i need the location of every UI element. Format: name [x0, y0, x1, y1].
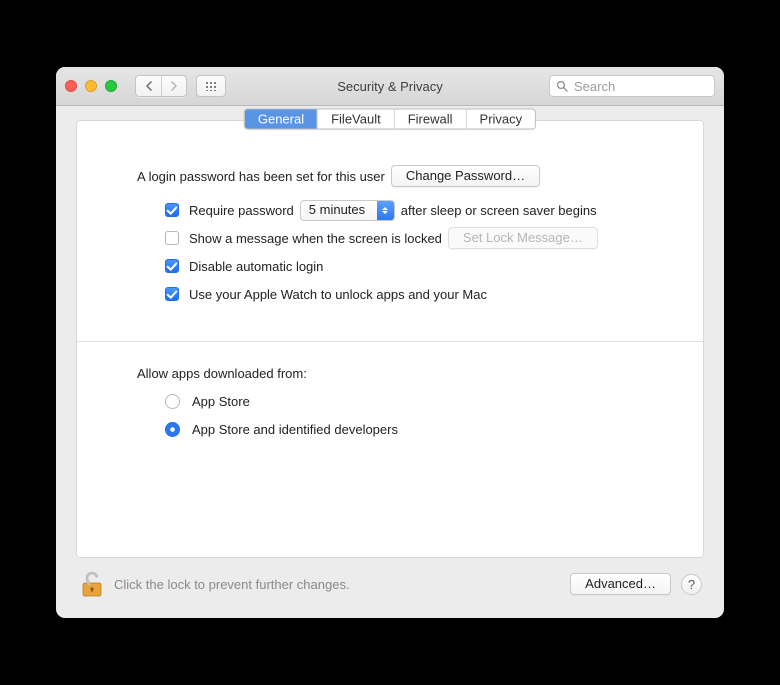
- login-password-section: A login password has been set for this u…: [99, 165, 681, 305]
- minimize-icon[interactable]: [85, 80, 97, 92]
- lock-button[interactable]: [78, 570, 106, 598]
- show-all-button[interactable]: [196, 75, 226, 97]
- after-sleep-label: after sleep or screen saver begins: [401, 203, 597, 218]
- require-password-label: Require password: [189, 203, 294, 218]
- disable-auto-login-label: Disable automatic login: [189, 259, 323, 274]
- window-body: General FileVault Firewall Privacy A log…: [56, 106, 724, 618]
- close-icon[interactable]: [65, 80, 77, 92]
- login-password-label: A login password has been set for this u…: [137, 169, 385, 184]
- delay-selected-value: 5 minutes: [301, 202, 377, 218]
- require-password-checkbox[interactable]: [165, 203, 179, 217]
- require-password-delay-select[interactable]: 5 minutes: [300, 200, 395, 221]
- change-password-button[interactable]: Change Password…: [391, 165, 540, 187]
- login-options: Require password 5 minutes after sleep o…: [137, 199, 681, 305]
- zoom-icon[interactable]: [105, 80, 117, 92]
- tab-privacy[interactable]: Privacy: [466, 110, 536, 129]
- show-message-label: Show a message when the screen is locked: [189, 231, 442, 246]
- show-message-row: Show a message when the screen is locked…: [165, 227, 681, 249]
- window-controls: [65, 80, 117, 92]
- apple-watch-row: Use your Apple Watch to unlock apps and …: [165, 283, 681, 305]
- gatekeeper-section: Allow apps downloaded from: App Store Ap…: [99, 362, 681, 440]
- tab-firewall[interactable]: Firewall: [394, 110, 466, 129]
- help-button[interactable]: ?: [681, 574, 702, 595]
- show-message-checkbox[interactable]: [165, 231, 179, 245]
- search-icon: [556, 80, 568, 92]
- back-button[interactable]: [136, 76, 161, 96]
- require-password-row: Require password 5 minutes after sleep o…: [165, 199, 681, 221]
- label-identified-developers: App Store and identified developers: [192, 422, 398, 437]
- grid-icon: [205, 81, 217, 91]
- gatekeeper-appstore-row: App Store: [165, 390, 681, 412]
- forward-button[interactable]: [161, 76, 186, 96]
- tab-general[interactable]: General: [245, 110, 317, 129]
- footer: Click the lock to prevent further change…: [76, 558, 704, 604]
- tab-filevault[interactable]: FileVault: [317, 110, 394, 129]
- tab-bar: General FileVault Firewall Privacy: [244, 109, 536, 130]
- disable-auto-login-row: Disable automatic login: [165, 255, 681, 277]
- set-lock-message-button[interactable]: Set Lock Message…: [448, 227, 598, 249]
- footer-right: Advanced… ?: [570, 573, 702, 595]
- advanced-button[interactable]: Advanced…: [570, 573, 671, 595]
- search-field[interactable]: [549, 75, 715, 97]
- gatekeeper-options: App Store App Store and identified devel…: [137, 390, 681, 440]
- unlocked-lock-icon: [79, 570, 105, 598]
- back-forward-segment: [135, 75, 187, 97]
- preferences-window: Security & Privacy General FileVault Fir…: [56, 67, 724, 618]
- toolbar-nav: [135, 75, 226, 97]
- radio-app-store[interactable]: [165, 394, 180, 409]
- apple-watch-label: Use your Apple Watch to unlock apps and …: [189, 287, 487, 302]
- chevron-right-icon: [170, 81, 178, 91]
- gatekeeper-identified-row: App Store and identified developers: [165, 418, 681, 440]
- general-panel: General FileVault Firewall Privacy A log…: [76, 120, 704, 558]
- label-app-store: App Store: [192, 394, 250, 409]
- section-divider: [77, 341, 703, 342]
- gatekeeper-heading-row: Allow apps downloaded from:: [137, 362, 681, 384]
- disable-auto-login-checkbox[interactable]: [165, 259, 179, 273]
- search-input[interactable]: [572, 78, 708, 95]
- apple-watch-checkbox[interactable]: [165, 287, 179, 301]
- titlebar: Security & Privacy: [56, 67, 724, 106]
- updown-icon: [377, 201, 394, 220]
- chevron-left-icon: [145, 81, 153, 91]
- lock-caption: Click the lock to prevent further change…: [114, 577, 350, 592]
- radio-identified-developers[interactable]: [165, 422, 180, 437]
- login-password-row: A login password has been set for this u…: [137, 165, 681, 187]
- gatekeeper-heading: Allow apps downloaded from:: [137, 366, 307, 381]
